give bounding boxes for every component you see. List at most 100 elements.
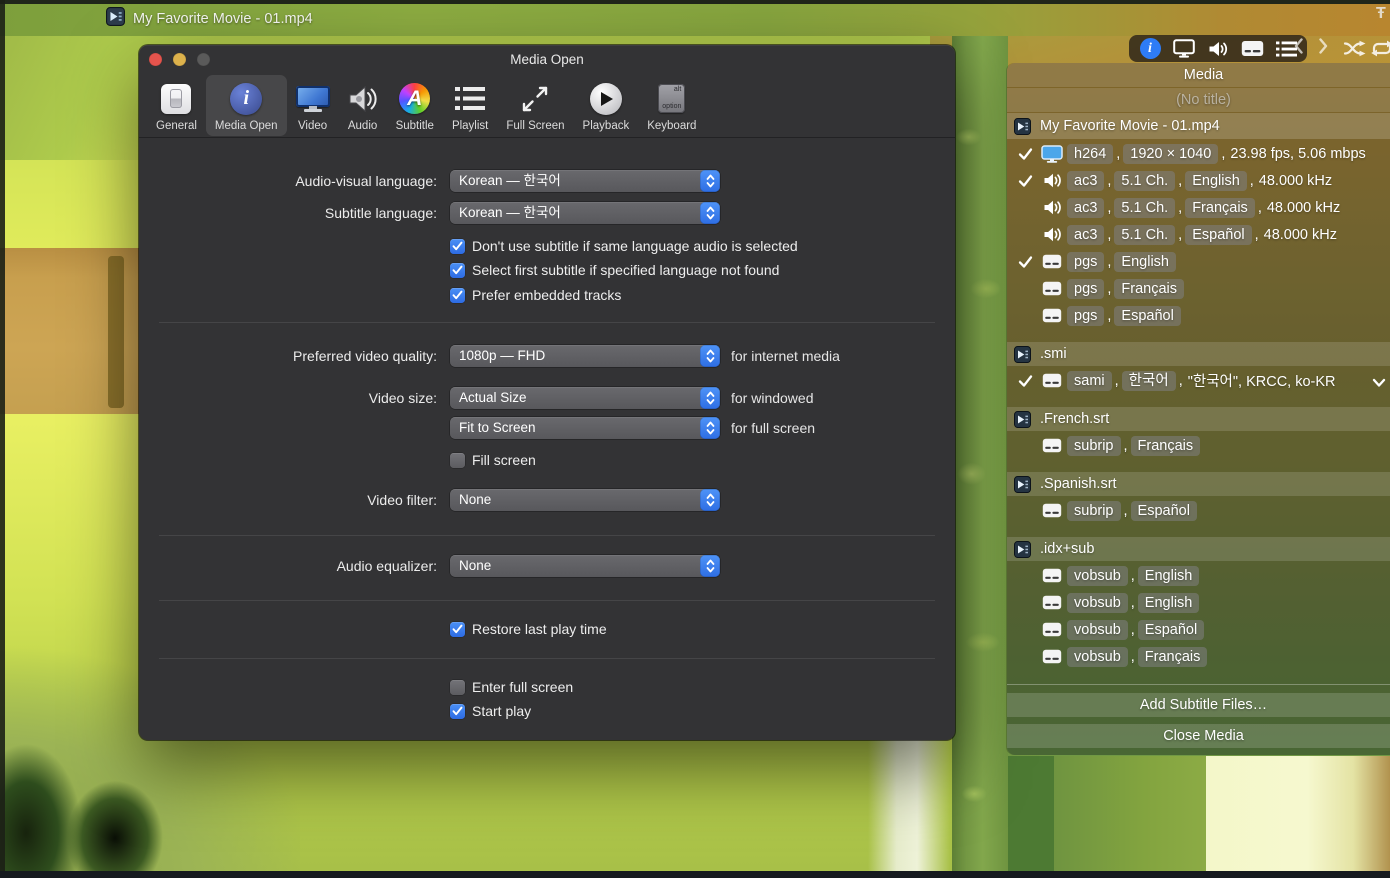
media-file-row[interactable]: .idx+sub bbox=[1007, 537, 1390, 561]
info-icon: i bbox=[230, 83, 262, 115]
checkbox-fill-screen[interactable]: Fill screen bbox=[450, 452, 536, 468]
media-file-row[interactable]: .Spanish.srt bbox=[1007, 472, 1390, 496]
track-row[interactable]: pgs,English bbox=[1007, 248, 1390, 275]
close-media-button[interactable]: Close Media bbox=[1007, 724, 1390, 748]
cc-icon bbox=[1037, 595, 1067, 610]
track-tag: ac3 bbox=[1067, 198, 1104, 218]
panel-toolbar: i bbox=[1129, 35, 1307, 62]
check-icon bbox=[1013, 147, 1037, 161]
track-tag: ac3 bbox=[1067, 225, 1104, 245]
cc-icon bbox=[1037, 503, 1067, 518]
video-size-windowed-select[interactable]: Actual Size bbox=[450, 387, 720, 409]
tab-full-screen[interactable]: Full Screen bbox=[497, 75, 573, 136]
track-row[interactable]: ac3,5.1 Ch.,Español,48.000 kHz bbox=[1007, 221, 1390, 248]
divider bbox=[159, 322, 935, 323]
track-row[interactable]: ac3,5.1 Ch.,English,48.000 kHz bbox=[1007, 167, 1390, 194]
checkbox-select-first-subtitle[interactable]: Select first subtitle if specified langu… bbox=[450, 262, 779, 278]
track-tag: Français bbox=[1185, 198, 1255, 218]
media-info-panel: Media (No title) My Favorite Movie - 01.… bbox=[1007, 63, 1390, 755]
shuffle-icon[interactable] bbox=[1343, 40, 1369, 62]
video-size-fullscreen-select[interactable]: Fit to Screen bbox=[450, 417, 720, 439]
info-icon[interactable]: i bbox=[1138, 37, 1162, 61]
stepper-icon bbox=[700, 417, 720, 439]
media-file-row[interactable]: My Favorite Movie - 01.mp4 bbox=[1007, 113, 1390, 139]
tab-audio[interactable]: Audio bbox=[339, 75, 387, 136]
section-gap bbox=[1007, 394, 1390, 407]
stepper-icon bbox=[700, 202, 720, 224]
tab-playlist[interactable]: Playlist bbox=[443, 75, 497, 136]
track-row[interactable]: subrip,Français bbox=[1007, 432, 1390, 459]
track-row[interactable]: vobsub,English bbox=[1007, 589, 1390, 616]
preferences-form: Audio-visual language: Korean — 한국어 Subt… bbox=[139, 139, 955, 740]
media-no-title: (No title) bbox=[1176, 92, 1231, 108]
track-row[interactable]: subrip,Español bbox=[1007, 497, 1390, 524]
tab-general[interactable]: General bbox=[147, 75, 206, 136]
add-subtitle-files-button[interactable]: Add Subtitle Files… bbox=[1007, 693, 1390, 717]
track-tag: ac3 bbox=[1067, 171, 1104, 191]
cc-icon bbox=[1037, 568, 1067, 583]
subtitle-cc-icon[interactable] bbox=[1240, 37, 1264, 61]
form-row-video-size-fullscreen: Fit to Screen for full screen bbox=[139, 417, 955, 439]
track-tag: English bbox=[1114, 252, 1176, 272]
checkbox-start-play[interactable]: Start play bbox=[450, 703, 531, 719]
previous-chevron-icon[interactable] bbox=[1293, 37, 1304, 60]
chevron-down-icon[interactable] bbox=[1372, 376, 1386, 392]
track-row[interactable]: vobsub,English bbox=[1007, 562, 1390, 589]
display-icon[interactable] bbox=[1172, 37, 1196, 61]
divider bbox=[159, 600, 935, 601]
preferences-titlebar[interactable]: Media Open bbox=[139, 45, 955, 75]
field-label: Video filter: bbox=[147, 489, 437, 511]
audio-equalizer-select[interactable]: None bbox=[450, 555, 720, 577]
tab-media-open[interactable]: i Media Open bbox=[206, 75, 287, 136]
tab-playback[interactable]: Playback bbox=[574, 75, 639, 136]
checkbox-restore-last-play-time[interactable]: Restore last play time bbox=[450, 621, 607, 637]
track-tag: English bbox=[1185, 171, 1247, 191]
track-row[interactable]: sami,한국어,"한국어", KRCC, ko-KR bbox=[1007, 367, 1390, 394]
fullscreen-arrows-icon bbox=[520, 81, 550, 117]
track-tag: Français bbox=[1114, 279, 1184, 299]
check-icon bbox=[1013, 174, 1037, 188]
panel-header-label: Media bbox=[1184, 67, 1224, 83]
track-tag: vobsub bbox=[1067, 593, 1128, 613]
track-tag: Français bbox=[1138, 647, 1208, 667]
speaker-icon[interactable] bbox=[1206, 37, 1230, 61]
field-label: Video size: bbox=[147, 387, 437, 409]
pin-icon[interactable]: Ŧ bbox=[1376, 5, 1386, 23]
stepper-icon bbox=[700, 345, 720, 367]
media-file-row[interactable]: .smi bbox=[1007, 342, 1390, 366]
checkbox-dont-use-subtitle[interactable]: Don't use subtitle if same language audi… bbox=[450, 238, 798, 254]
checkbox-enter-full-screen[interactable]: Enter full screen bbox=[450, 679, 573, 695]
cc-icon bbox=[1037, 373, 1067, 388]
media-file-row[interactable]: .French.srt bbox=[1007, 407, 1390, 431]
track-row[interactable]: pgs,Español bbox=[1007, 302, 1390, 329]
field-note: for full screen bbox=[731, 417, 815, 439]
video-filter-select[interactable]: None bbox=[450, 489, 720, 511]
form-row-subtitle-language: Subtitle language: Korean — 한국어 bbox=[139, 202, 955, 224]
form-row-video-filter: Video filter: None bbox=[139, 489, 955, 511]
file-name: .Spanish.srt bbox=[1040, 476, 1117, 492]
audio-visual-language-select[interactable]: Korean — 한국어 bbox=[450, 170, 720, 192]
player-title: My Favorite Movie - 01.mp4 bbox=[133, 11, 313, 27]
track-row[interactable]: vobsub,Español bbox=[1007, 616, 1390, 643]
track-row[interactable]: vobsub,Français bbox=[1007, 643, 1390, 670]
checkbox-prefer-embedded-tracks[interactable]: Prefer embedded tracks bbox=[450, 287, 621, 303]
section-gap bbox=[1007, 329, 1390, 342]
media-title-row: (No title) bbox=[1007, 88, 1390, 112]
stepper-icon bbox=[700, 387, 720, 409]
tab-keyboard[interactable]: alt option Keyboard bbox=[638, 75, 705, 136]
next-chevron-icon[interactable] bbox=[1318, 37, 1329, 60]
track-detail: 48.000 kHz bbox=[1259, 173, 1332, 189]
preferred-video-quality-select[interactable]: 1080p — FHD bbox=[450, 345, 720, 367]
cc-icon bbox=[1037, 438, 1067, 453]
tab-video[interactable]: Video bbox=[287, 75, 339, 136]
subtitle-language-select[interactable]: Korean — 한국어 bbox=[450, 202, 720, 224]
tab-subtitle[interactable]: A Subtitle bbox=[387, 75, 443, 136]
monitor-icon bbox=[296, 86, 330, 111]
track-row[interactable]: h264,1920 × 1040,23.98 fps, 5.06 mbps bbox=[1007, 140, 1390, 167]
track-row[interactable]: pgs,Français bbox=[1007, 275, 1390, 302]
repeat-icon[interactable] bbox=[1370, 40, 1390, 62]
file-name: .French.srt bbox=[1040, 411, 1109, 427]
track-tag: h264 bbox=[1067, 144, 1113, 164]
stepper-icon bbox=[700, 555, 720, 577]
track-row[interactable]: ac3,5.1 Ch.,Français,48.000 kHz bbox=[1007, 194, 1390, 221]
